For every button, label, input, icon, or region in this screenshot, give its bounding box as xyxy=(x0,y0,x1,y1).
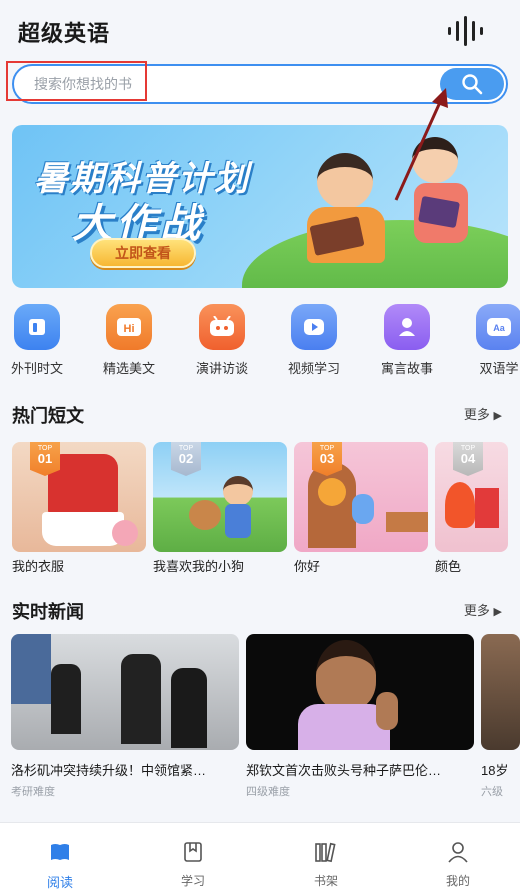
rank-badge: TOP 02 xyxy=(171,442,201,476)
book-icon xyxy=(51,844,69,860)
story-thumbnail: TOP 02 xyxy=(153,442,287,552)
story-thumbnail: TOP 03 xyxy=(294,442,428,552)
bilingual-icon: Aa xyxy=(476,304,520,350)
category-item[interactable]: Aa 双语学 xyxy=(464,304,520,377)
category-label: 外刊时文 xyxy=(10,361,63,376)
story-title: 颜色 xyxy=(435,559,462,574)
story-title: 我喜欢我的小狗 xyxy=(153,559,245,574)
category-item[interactable]: 寓言故事 xyxy=(372,304,442,377)
news-headline: 洛杉矶冲突持续升级！中领馆紧… xyxy=(11,763,207,778)
category-row: 外刊时文 Hi 精选美文 演讲访谈 视频学习 寓言故事 Aa 双语学 xyxy=(0,304,520,376)
news-headline: 郑钦文首次击败头号种子萨巴伦… xyxy=(246,763,442,778)
category-label: 双语学 xyxy=(479,361,519,376)
category-label: 精选美文 xyxy=(102,361,155,376)
category-item[interactable]: 视频学习 xyxy=(279,304,349,377)
story-card[interactable]: TOP 03 你好 xyxy=(294,442,428,575)
hot-stories-title: 热门短文 xyxy=(12,406,84,426)
story-card[interactable]: TOP 04 颜色 xyxy=(435,442,520,575)
story-title: 你好 xyxy=(294,559,321,574)
story-card[interactable]: TOP 02 我喜欢我的小狗 xyxy=(153,442,287,575)
chevron-right-icon: ▶ xyxy=(493,606,502,618)
news-card[interactable]: 18岁 六级 xyxy=(481,634,520,799)
hot-stories-more-link[interactable]: 更多 ▶ xyxy=(464,404,502,423)
difficulty-tag: 六级 xyxy=(481,786,503,798)
story-thumbnail: TOP 01 xyxy=(12,442,146,552)
bookmark-icon xyxy=(184,842,202,862)
story-card[interactable]: TOP 01 我的衣服 xyxy=(12,442,146,575)
category-item[interactable]: Hi 精选美文 xyxy=(94,304,164,377)
news-headline: 18岁 xyxy=(481,763,509,778)
rank-number: 03 xyxy=(319,451,335,466)
rank-number: 01 xyxy=(37,451,53,466)
difficulty-tag: 四级难度 xyxy=(246,786,290,798)
magazine-icon xyxy=(14,304,60,350)
category-label: 视频学习 xyxy=(287,361,340,376)
rank-badge: TOP 04 xyxy=(453,442,483,476)
story-icon xyxy=(384,304,430,350)
category-item[interactable]: 演讲访谈 xyxy=(187,304,257,377)
rank-number: 04 xyxy=(460,451,476,466)
chevron-right-icon: ▶ xyxy=(493,410,502,422)
rank-badge: TOP 03 xyxy=(312,442,342,476)
tab-read[interactable]: 阅读 xyxy=(30,841,90,891)
rank-badge: TOP 01 xyxy=(30,442,60,476)
more-label: 更多 xyxy=(463,407,490,422)
tab-label: 阅读 xyxy=(46,875,73,890)
bookshelf-icon xyxy=(315,842,336,863)
tab-label: 我的 xyxy=(445,874,470,888)
difficulty-tag: 考研难度 xyxy=(11,786,55,798)
category-item[interactable]: 外刊时文 xyxy=(2,304,72,377)
speech-icon xyxy=(199,304,245,350)
more-label: 更多 xyxy=(463,603,490,618)
tab-study[interactable]: 学习 xyxy=(163,841,223,889)
svg-text:Hi: Hi xyxy=(124,323,135,335)
story-title: 我的衣服 xyxy=(12,559,65,574)
news-title: 实时新闻 xyxy=(12,602,84,622)
news-more-link[interactable]: 更多 ▶ xyxy=(464,600,502,619)
tab-label: 书架 xyxy=(313,874,338,888)
tab-profile[interactable]: 我的 xyxy=(428,841,488,889)
news-thumbnail xyxy=(481,634,520,750)
category-label: 寓言故事 xyxy=(380,361,433,376)
news-thumbnail xyxy=(11,634,239,750)
category-label: 演讲访谈 xyxy=(195,361,248,376)
news-card[interactable]: 郑钦文首次击败头号种子萨巴伦… 四级难度 xyxy=(246,634,474,799)
article-icon: Hi xyxy=(106,304,152,350)
tab-label: 学习 xyxy=(180,874,205,888)
video-icon xyxy=(291,304,337,350)
bottom-tab-bar: 阅读 学习 书架 我的 xyxy=(0,822,520,892)
story-thumbnail: TOP 04 xyxy=(435,442,508,552)
news-card[interactable]: 洛杉矶冲突持续升级！中领馆紧… 考研难度 xyxy=(11,634,239,799)
news-thumbnail xyxy=(246,634,474,750)
svg-text:Aa: Aa xyxy=(493,323,505,333)
tab-bookshelf[interactable]: 书架 xyxy=(296,841,356,889)
rank-number: 02 xyxy=(178,451,194,466)
user-icon xyxy=(448,842,468,863)
